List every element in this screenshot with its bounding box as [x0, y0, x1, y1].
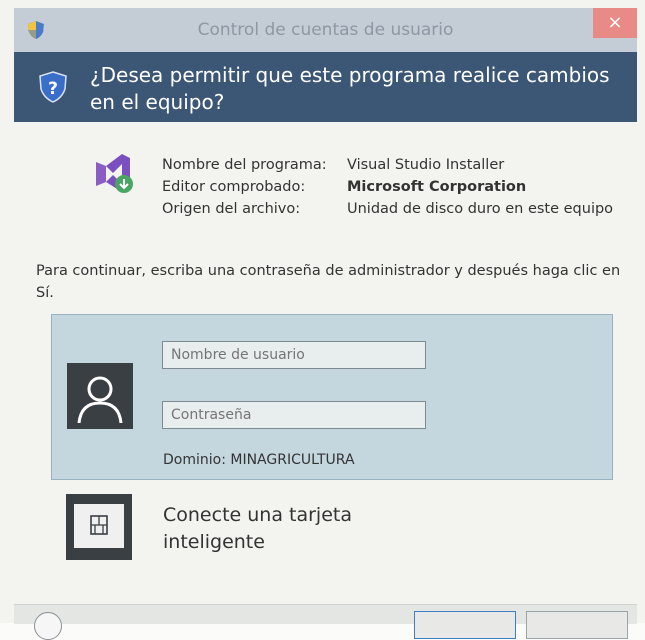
program-info-values: Visual Studio Installer Microsoft Corpor… [347, 154, 613, 220]
file-origin-label: Origen del archivo: [162, 201, 301, 217]
user-avatar-icon [67, 363, 133, 429]
credential-panel[interactable]: Dominio: MINAGRICULTURA [51, 314, 613, 480]
domain-label: Dominio: MINAGRICULTURA [163, 452, 355, 468]
instruction-text: Para continuar, escriba una contraseña d… [36, 263, 621, 301]
file-origin-value: Unidad de disco duro en este equipo [347, 201, 614, 217]
no-button[interactable] [526, 611, 628, 639]
uac-question: ¿Desea permitir que este programa realic… [90, 63, 610, 114]
window-title: Control de cuentas de usuario [197, 20, 454, 40]
title-bar: Control de cuentas de usuario × [14, 8, 637, 52]
publisher-value: Microsoft Corporation [347, 179, 527, 195]
dialog-footer [14, 604, 637, 640]
uac-header: ? ¿Desea permitir que este programa real… [14, 52, 637, 122]
program-name-label: Nombre del programa: [162, 157, 327, 173]
uac-dialog: Control de cuentas de usuario × ? ¿Desea… [0, 0, 645, 640]
more-options-radio[interactable] [34, 612, 62, 640]
username-input[interactable] [162, 341, 426, 369]
yes-button[interactable] [414, 611, 516, 639]
svg-text:?: ? [48, 79, 58, 99]
smartcard-icon[interactable] [66, 494, 132, 560]
close-button[interactable]: × [593, 8, 637, 38]
dialog-content: Nombre del programa: Editor comprobado: … [20, 122, 638, 623]
program-info-labels: Nombre del programa: Editor comprobado: … [162, 154, 327, 220]
password-input[interactable] [162, 401, 426, 429]
publisher-label: Editor comprobado: [162, 179, 306, 195]
program-name-value: Visual Studio Installer [347, 157, 505, 173]
smartcard-option-label[interactable]: Conecte una tarjeta inteligente [163, 502, 423, 556]
uac-question-shield-icon: ? [39, 71, 67, 103]
visual-studio-installer-icon [96, 154, 133, 193]
